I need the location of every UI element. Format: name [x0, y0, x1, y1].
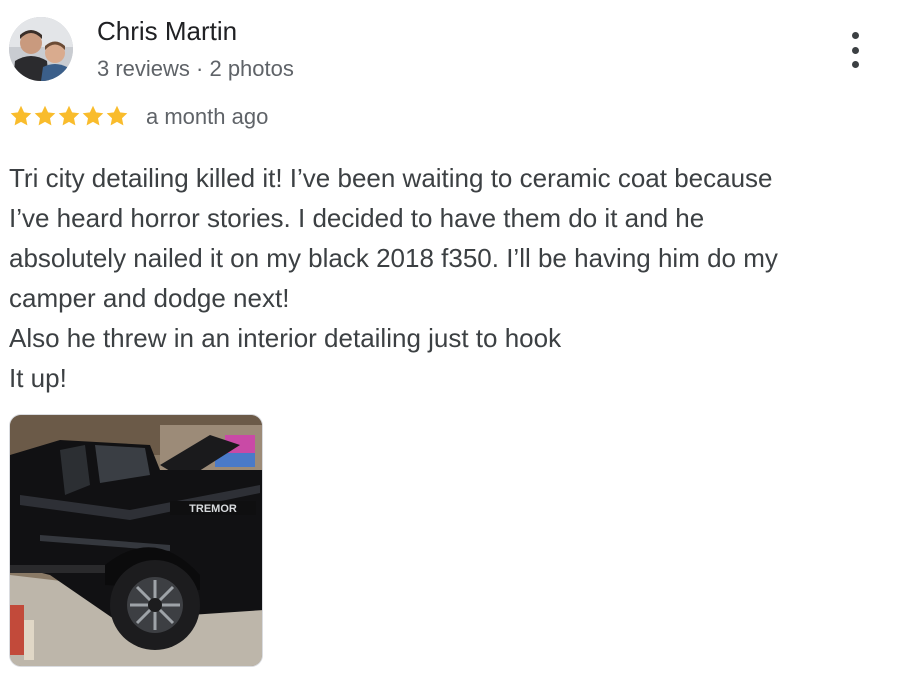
review-line: Also he threw in an interior detailing j… [9, 323, 562, 353]
review-line: It up! [9, 363, 67, 393]
star-icon [10, 105, 32, 126]
star-icon [34, 105, 56, 126]
more-vert-dot [851, 46, 859, 54]
more-vert-icon [851, 32, 859, 39]
more-options-button[interactable] [840, 28, 870, 72]
truck-photo: TREMOR [10, 415, 262, 666]
reviewer-meta: 3 reviews · 2 photos [97, 56, 294, 81]
reviewer-name[interactable]: Chris Martin [97, 16, 237, 47]
reviewer-avatar[interactable] [9, 17, 73, 81]
review-line: absolutely nailed it on my black 2018 f3… [9, 243, 778, 273]
review-text: Tri city detailing killed it! I’ve been … [9, 158, 889, 398]
star-icon [106, 105, 128, 126]
review-line: Tri city detailing killed it! I’ve been … [9, 163, 773, 193]
review-time: a month ago [146, 104, 269, 129]
review-line: camper and dodge next! [9, 283, 290, 313]
badge-text: TREMOR [189, 503, 237, 515]
star-icon [58, 105, 80, 126]
review-line: I’ve heard horror stories. I decided to … [9, 203, 705, 233]
more-vert-dot [851, 61, 859, 68]
avatar-image [9, 17, 73, 81]
star-icon [82, 105, 104, 126]
star-rating [9, 104, 129, 128]
review-photo[interactable]: TREMOR [9, 414, 263, 667]
